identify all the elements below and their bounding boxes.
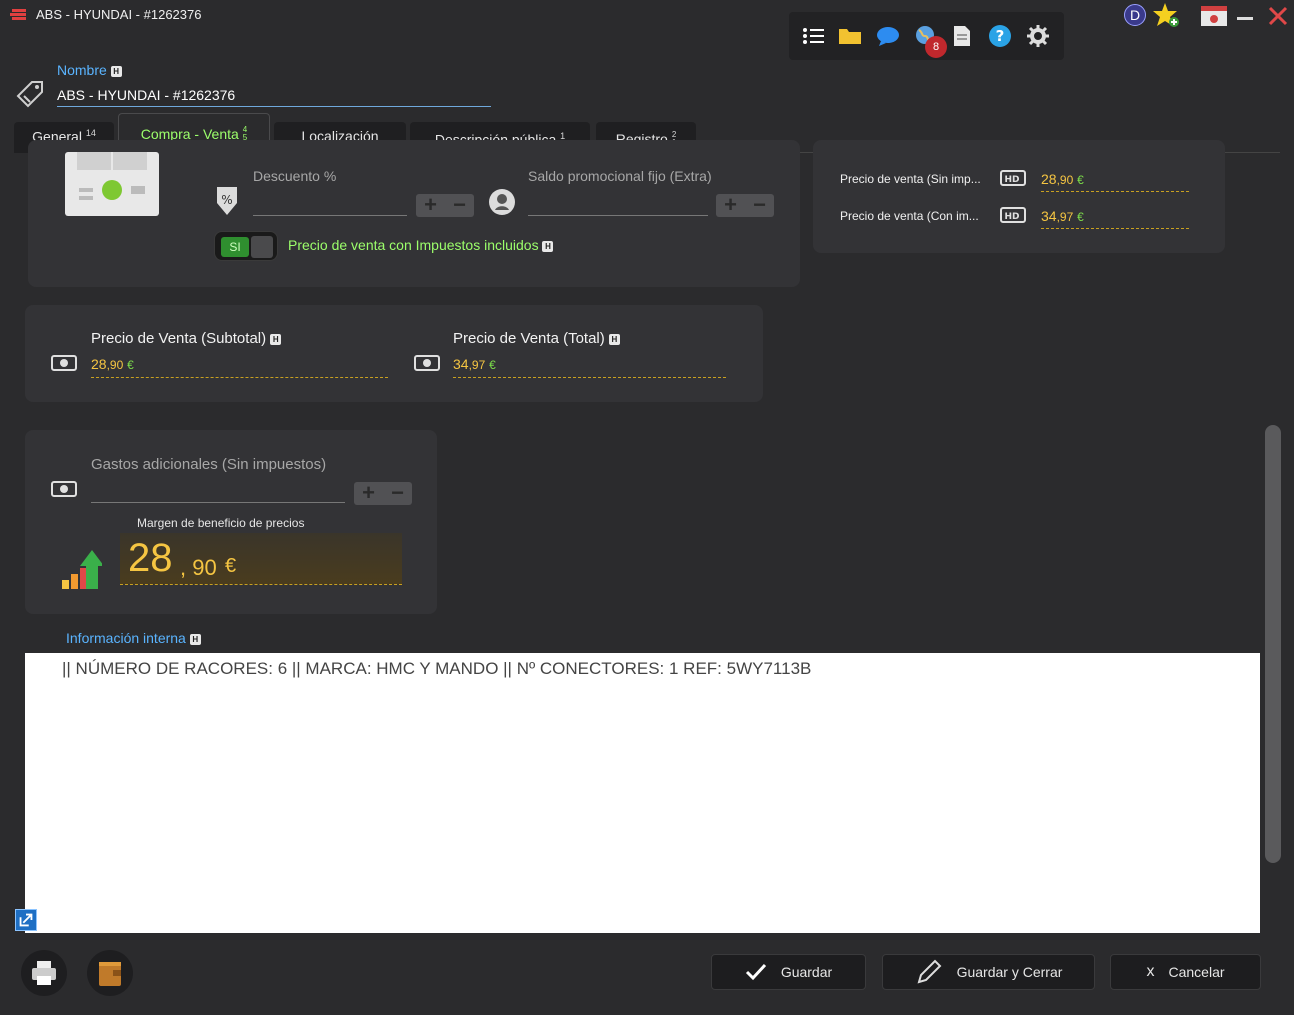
info-interna-textarea[interactable]: || NÚMERO DE RACORES: 6 || MARCA: HMC Y … [25, 653, 1260, 933]
window-title: ABS - HYUNDAI - #1262376 [36, 7, 202, 22]
chat-icon[interactable] [875, 24, 901, 48]
saldo-label: Saldo promocional fijo (Extra) [528, 168, 712, 184]
gastos-input[interactable] [91, 502, 345, 503]
nombre-label: Nombre H [57, 62, 122, 78]
margen-value: 28 , 90 € [120, 533, 402, 585]
hd-calc-icon[interactable]: HD [1000, 170, 1026, 186]
pencil-icon [917, 959, 942, 984]
plus-icon[interactable]: + [416, 194, 445, 217]
subtotal-label: Precio de Venta (Subtotal) H [91, 330, 282, 347]
title-bar: ABS - HYUNDAI - #1262376 [0, 0, 1294, 32]
screenshot-icon[interactable] [1200, 5, 1228, 27]
info-interna-label: Información interna H [66, 630, 201, 646]
user-avatar[interactable]: D [1124, 4, 1146, 26]
folder-icon[interactable] [837, 24, 863, 48]
gastos-stepper[interactable]: + − [354, 482, 412, 505]
vertical-scrollbar[interactable] [1265, 425, 1281, 863]
precio-sin-impuestos-label: Precio de venta (Sin imp... [840, 172, 981, 186]
app-logo-icon [10, 9, 26, 20]
tax-included-label: Precio de venta con Impuestos incluidos … [288, 237, 554, 253]
precio-con-impuestos-label: Precio de venta (Con im... [840, 209, 979, 223]
wallet-button[interactable] [87, 950, 133, 996]
close-icon[interactable] [1268, 6, 1288, 26]
list-icon[interactable] [801, 24, 827, 48]
window-controls: D [1120, 0, 1294, 32]
profit-chart-icon [62, 550, 102, 589]
money-icon [51, 355, 77, 371]
saldo-stepper[interactable]: + − [716, 194, 774, 217]
save-button[interactable]: Guardar [711, 954, 866, 990]
top-toolbar: 8 ? [789, 12, 1064, 60]
print-button[interactable] [21, 950, 67, 996]
price-summary-panel [813, 140, 1225, 253]
tag-icon [16, 81, 43, 108]
cancel-x-icon: x [1146, 963, 1155, 980]
descuento-input[interactable] [253, 215, 407, 216]
descuento-stepper[interactable]: + − [416, 194, 474, 217]
hd-calc-icon[interactable]: HD [1000, 207, 1026, 223]
settings-gear-icon[interactable] [1025, 24, 1051, 48]
minimize-button[interactable] [1237, 17, 1253, 20]
margen-label: Margen de beneficio de precios [137, 516, 305, 530]
save-close-button[interactable]: Guardar y Cerrar [882, 954, 1095, 990]
saldo-input[interactable] [528, 215, 708, 216]
help-h-icon[interactable]: H [110, 65, 122, 77]
svg-text:HD: HD [1004, 175, 1019, 185]
toggle-on-label: SI [221, 237, 249, 257]
notification-badge: 8 [925, 36, 947, 58]
precio-sin-impuestos-value[interactable]: 28,90 € [1041, 171, 1189, 192]
external-link-icon[interactable] [15, 909, 37, 931]
help-h-icon[interactable]: H [270, 333, 282, 345]
toggle-knob [251, 236, 273, 258]
money-icon [51, 481, 77, 497]
svg-text:%: % [221, 193, 232, 207]
printer-icon [32, 961, 56, 985]
favorite-star-icon[interactable] [1152, 2, 1180, 28]
tax-included-toggle[interactable]: SI [214, 231, 278, 261]
plus-icon[interactable]: + [354, 482, 383, 505]
check-icon [745, 963, 766, 981]
svg-text:?: ? [996, 27, 1005, 45]
plus-icon[interactable]: + [716, 194, 745, 217]
calculator-icon [65, 152, 159, 216]
total-label: Precio de Venta (Total) H [453, 330, 620, 347]
help-icon[interactable]: ? [987, 24, 1013, 48]
gastos-label: Gastos adicionales (Sin impuestos) [91, 456, 327, 473]
discount-percent-icon: % [217, 187, 237, 215]
document-icon[interactable] [949, 24, 975, 48]
cancel-button[interactable]: x Cancelar [1110, 954, 1261, 990]
sale-price-panel [25, 305, 763, 402]
subtotal-value[interactable]: 28,90 € [91, 356, 388, 378]
info-interna-text: || NÚMERO DE RACORES: 6 || MARCA: HMC Y … [62, 659, 812, 678]
descuento-label: Descuento % [253, 168, 337, 184]
help-h-icon[interactable]: H [189, 633, 201, 645]
minus-icon[interactable]: − [745, 194, 774, 217]
minus-icon[interactable]: − [445, 194, 474, 217]
help-h-icon[interactable]: H [542, 240, 554, 252]
svg-text:HD: HD [1004, 212, 1019, 222]
precio-con-impuestos-value[interactable]: 34,97 € [1041, 208, 1189, 229]
minus-icon[interactable]: − [383, 482, 412, 505]
help-h-icon[interactable]: H [608, 333, 620, 345]
total-value[interactable]: 34,97 € [453, 356, 726, 378]
nombre-input[interactable]: ABS - HYUNDAI - #1262376 [57, 87, 491, 107]
wallet-icon [99, 962, 121, 986]
promo-balance-icon [489, 189, 515, 215]
money-icon [414, 355, 440, 371]
